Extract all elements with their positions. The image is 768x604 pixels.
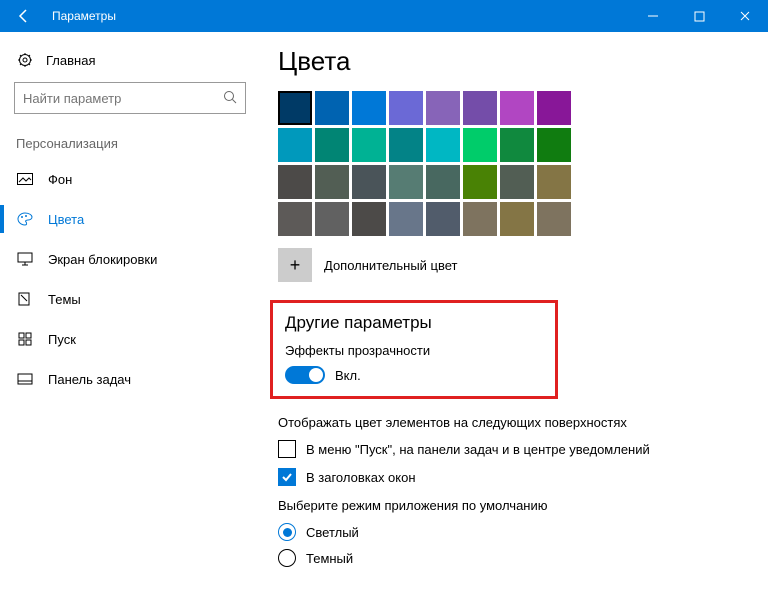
picture-icon [16, 173, 34, 185]
color-swatch[interactable] [500, 165, 534, 199]
checkbox-label: В меню "Пуск", на панели задач и в центр… [306, 442, 650, 457]
color-swatch[interactable] [389, 202, 423, 236]
color-swatch[interactable] [278, 165, 312, 199]
color-swatch[interactable] [352, 128, 386, 162]
home-link[interactable]: Главная [14, 46, 246, 82]
color-swatch[interactable] [389, 128, 423, 162]
color-swatch[interactable] [315, 165, 349, 199]
plus-icon: + [278, 248, 312, 282]
checkbox-checked-icon [278, 468, 296, 486]
add-color-label: Дополнительный цвет [324, 258, 458, 273]
titlebar: Параметры [0, 0, 768, 32]
app-mode-label: Выберите режим приложения по умолчанию [278, 498, 748, 513]
palette-icon [16, 212, 34, 226]
add-color-row[interactable]: + Дополнительный цвет [278, 248, 748, 282]
window-title: Параметры [48, 9, 630, 23]
surfaces-label: Отображать цвет элементов на следующих п… [278, 415, 748, 430]
checkbox-start-taskbar[interactable]: В меню "Пуск", на панели задач и в центр… [278, 440, 748, 458]
nav-label: Экран блокировки [48, 252, 157, 267]
color-swatch[interactable] [389, 165, 423, 199]
color-swatch[interactable] [315, 91, 349, 125]
more-options-heading: Другие параметры [279, 313, 541, 333]
color-swatch[interactable] [500, 128, 534, 162]
content-panel: Цвета + Дополнительный цвет Другие парам… [260, 32, 768, 604]
color-swatch[interactable] [500, 202, 534, 236]
color-swatch[interactable] [426, 165, 460, 199]
grid-icon [16, 332, 34, 346]
checkbox-icon [278, 440, 296, 458]
nav-label: Фон [48, 172, 72, 187]
color-swatch[interactable] [352, 202, 386, 236]
nav-label: Цвета [48, 212, 84, 227]
sidebar-item-start[interactable]: Пуск [14, 319, 246, 359]
back-button[interactable] [0, 0, 48, 32]
transparency-toggle[interactable] [285, 366, 325, 384]
maximize-button[interactable] [676, 0, 722, 32]
radio-icon [278, 549, 296, 567]
color-swatch[interactable] [352, 91, 386, 125]
color-swatch[interactable] [463, 128, 497, 162]
monitor-icon [16, 252, 34, 266]
radio-label: Светлый [306, 525, 359, 540]
highlighted-section: Другие параметры Эффекты прозрачности Вк… [270, 300, 558, 399]
color-swatch[interactable] [463, 91, 497, 125]
color-swatch[interactable] [389, 91, 423, 125]
color-swatch[interactable] [537, 91, 571, 125]
sidebar-item-background[interactable]: Фон [14, 159, 246, 199]
sidebar: Главная Персонализация Фон Цвета Экран б… [0, 32, 260, 604]
transparency-label: Эффекты прозрачности [279, 343, 541, 358]
radio-selected-icon [278, 523, 296, 541]
radio-light[interactable]: Светлый [278, 523, 748, 541]
color-swatch[interactable] [278, 202, 312, 236]
search-input[interactable] [14, 82, 246, 114]
toggle-state-label: Вкл. [335, 368, 361, 383]
page-title: Цвета [278, 46, 748, 77]
color-swatch[interactable] [463, 165, 497, 199]
close-button[interactable] [722, 0, 768, 32]
sidebar-item-lockscreen[interactable]: Экран блокировки [14, 239, 246, 279]
color-swatch[interactable] [500, 91, 534, 125]
sidebar-item-taskbar[interactable]: Панель задач [14, 359, 246, 399]
nav-label: Пуск [48, 332, 76, 347]
color-swatch[interactable] [463, 202, 497, 236]
color-swatch[interactable] [537, 128, 571, 162]
minimize-button[interactable] [630, 0, 676, 32]
color-swatch[interactable] [278, 91, 312, 125]
brush-icon [16, 292, 34, 306]
nav-label: Темы [48, 292, 81, 307]
search-icon [223, 90, 237, 107]
gear-icon [16, 52, 34, 68]
checkbox-label: В заголовках окон [306, 470, 416, 485]
color-swatch[interactable] [278, 128, 312, 162]
nav-label: Панель задач [48, 372, 131, 387]
color-swatch[interactable] [426, 128, 460, 162]
sidebar-item-themes[interactable]: Темы [14, 279, 246, 319]
taskbar-icon [16, 373, 34, 385]
color-swatch[interactable] [315, 202, 349, 236]
color-swatch[interactable] [426, 202, 460, 236]
sidebar-item-colors[interactable]: Цвета [14, 199, 246, 239]
checkbox-titlebars[interactable]: В заголовках окон [278, 468, 748, 486]
color-swatch[interactable] [315, 128, 349, 162]
color-swatch[interactable] [537, 165, 571, 199]
color-swatch[interactable] [352, 165, 386, 199]
home-label: Главная [46, 53, 95, 68]
section-label: Персонализация [16, 136, 246, 151]
search-field[interactable] [23, 91, 223, 106]
radio-label: Темный [306, 551, 353, 566]
color-swatch[interactable] [537, 202, 571, 236]
color-grid [278, 91, 748, 236]
color-swatch[interactable] [426, 91, 460, 125]
radio-dark[interactable]: Темный [278, 549, 748, 567]
